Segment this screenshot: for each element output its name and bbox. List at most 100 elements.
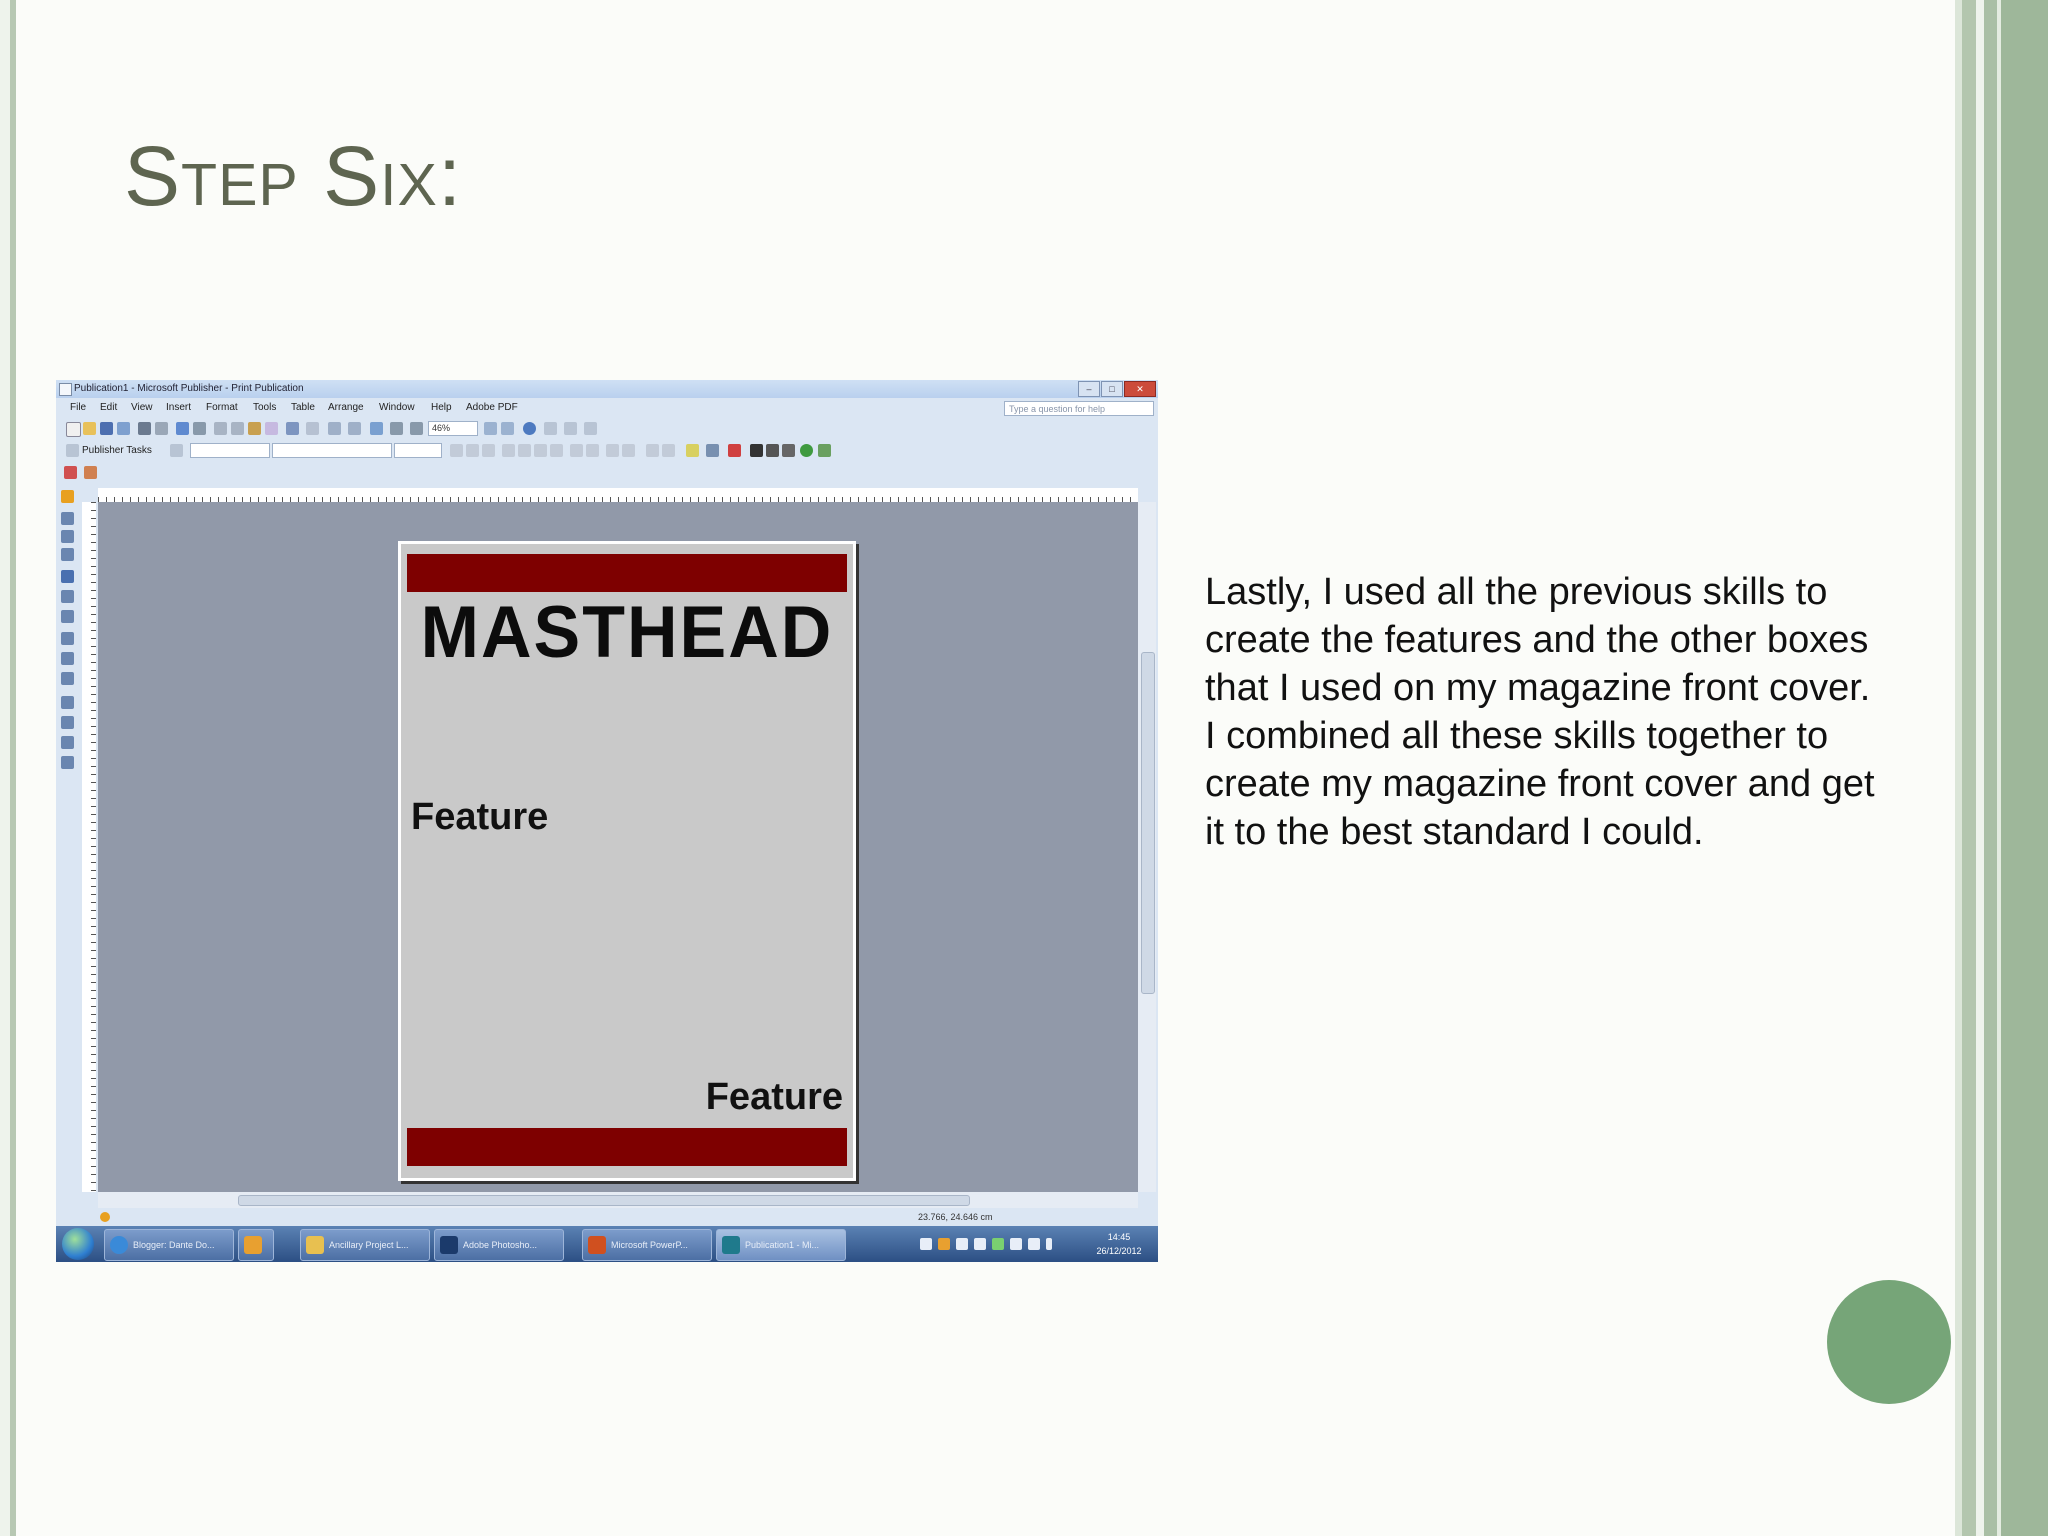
menu-arrange[interactable]: Arrange <box>328 398 364 418</box>
taskbar-item-powerpoint[interactable]: Microsoft PowerP... <box>582 1229 712 1261</box>
styles-icon[interactable] <box>170 444 183 457</box>
style-select[interactable] <box>190 443 270 458</box>
italic-icon[interactable] <box>466 444 479 457</box>
justify-icon[interactable] <box>550 444 563 457</box>
html-fragment-icon[interactable] <box>61 736 74 749</box>
hot-spot-icon[interactable] <box>61 696 74 709</box>
vertical-scrollbar[interactable] <box>1138 502 1156 1192</box>
menu-view[interactable]: View <box>131 398 153 418</box>
taskbar-clock[interactable]: 14:45 26/12/2012 <box>1086 1230 1152 1258</box>
help-icon[interactable] <box>523 422 536 435</box>
bold-icon[interactable] <box>450 444 463 457</box>
form-control-icon[interactable] <box>61 716 74 729</box>
publisher-tasks-icon[interactable] <box>66 444 79 457</box>
research-icon[interactable] <box>193 422 206 435</box>
taskbar-item-media[interactable] <box>238 1229 274 1261</box>
wordart-icon[interactable] <box>61 548 74 561</box>
save-icon[interactable] <box>100 422 113 435</box>
create-text-link-icon[interactable] <box>64 466 77 479</box>
vertical-scroll-thumb[interactable] <box>1141 652 1155 994</box>
bullets-icon[interactable] <box>586 444 599 457</box>
fill-color-icon[interactable] <box>686 444 699 457</box>
numbering-icon[interactable] <box>570 444 583 457</box>
menu-help[interactable]: Help <box>431 398 452 418</box>
action-center-icon[interactable] <box>1028 1238 1040 1250</box>
menu-table[interactable]: Table <box>291 398 315 418</box>
speaker-icon[interactable] <box>1046 1238 1052 1250</box>
menu-adobe-pdf[interactable]: Adobe PDF <box>466 398 518 418</box>
tray-icon[interactable] <box>992 1238 1004 1250</box>
vertical-ruler[interactable] <box>82 502 96 1192</box>
decrease-indent-icon[interactable] <box>606 444 619 457</box>
underline-icon[interactable] <box>482 444 495 457</box>
design-gallery-icon[interactable] <box>61 756 74 769</box>
rectangle-icon[interactable] <box>61 652 74 665</box>
select-objects-icon[interactable] <box>61 490 74 503</box>
taskbar-item-ie[interactable]: Blogger: Dante Do... <box>104 1229 234 1261</box>
taskbar-item-folder[interactable]: Ancillary Project L... <box>300 1229 430 1261</box>
convert-pdf-icon[interactable] <box>564 422 577 435</box>
taskbar-item-publisher[interactable]: Publication1 - Mi... <box>716 1229 846 1261</box>
line-color-icon[interactable] <box>706 444 719 457</box>
text-box-icon[interactable] <box>61 512 74 525</box>
columns-icon[interactable] <box>390 422 403 435</box>
open-icon[interactable] <box>83 422 96 435</box>
pdf-email-icon[interactable] <box>584 422 597 435</box>
bottom-red-band[interactable] <box>407 1128 847 1166</box>
feature-text-right[interactable]: Feature <box>706 1076 843 1119</box>
menu-file[interactable]: File <box>70 398 86 418</box>
taskbar-item-photoshop[interactable]: Adobe Photosho... <box>434 1229 564 1261</box>
font-color-icon[interactable] <box>728 444 741 457</box>
menu-tools[interactable]: Tools <box>253 398 276 418</box>
font-size-select[interactable] <box>394 443 442 458</box>
close-button[interactable]: ✕ <box>1124 381 1156 397</box>
maximize-button[interactable]: □ <box>1101 381 1123 397</box>
zoom-in-icon[interactable] <box>501 422 514 435</box>
redo-icon[interactable] <box>306 422 319 435</box>
font-select[interactable] <box>272 443 392 458</box>
paste-icon[interactable] <box>248 422 261 435</box>
publisher-tasks-button[interactable]: Publisher Tasks <box>82 440 152 462</box>
arrow-style-icon[interactable] <box>782 444 795 457</box>
undo-icon[interactable] <box>286 422 299 435</box>
toolbar-options-icon[interactable] <box>544 422 557 435</box>
align-right-icon[interactable] <box>534 444 547 457</box>
top-red-band[interactable] <box>407 554 847 592</box>
insert-hyperlink-icon[interactable] <box>370 422 383 435</box>
new-icon[interactable] <box>66 422 81 437</box>
zoom-select[interactable]: 46% <box>428 421 478 436</box>
format-painter-icon[interactable] <box>265 422 278 435</box>
page-navigation-icon[interactable] <box>100 1212 110 1222</box>
feature-text-left[interactable]: Feature <box>411 796 548 839</box>
copy-icon[interactable] <box>231 422 244 435</box>
insert-table-icon[interactable] <box>61 530 74 543</box>
horizontal-scrollbar[interactable] <box>98 1192 1138 1208</box>
email-icon[interactable] <box>117 422 130 435</box>
masthead-text[interactable]: MASTHEAD <box>401 590 853 674</box>
horizontal-ruler[interactable] <box>98 488 1138 503</box>
picture-frame-icon[interactable] <box>61 570 74 583</box>
special-characters-icon[interactable] <box>410 422 423 435</box>
line-icon[interactable] <box>61 590 74 603</box>
font-size-shrink-icon[interactable] <box>662 444 675 457</box>
arrow-icon[interactable] <box>61 610 74 623</box>
menu-insert[interactable]: Insert <box>166 398 191 418</box>
increase-indent-icon[interactable] <box>622 444 635 457</box>
help-search-input[interactable]: Type a question for help <box>1004 401 1154 416</box>
align-center-icon[interactable] <box>518 444 531 457</box>
print-preview-icon[interactable] <box>155 422 168 435</box>
line-style-icon[interactable] <box>750 444 763 457</box>
menu-format[interactable]: Format <box>206 398 238 418</box>
align-left-icon[interactable] <box>502 444 515 457</box>
break-link-icon[interactable] <box>84 466 97 479</box>
zoom-out-icon[interactable] <box>484 422 497 435</box>
3d-icon[interactable] <box>818 444 831 457</box>
menu-window[interactable]: Window <box>379 398 415 418</box>
bring-to-front-icon[interactable] <box>328 422 341 435</box>
tray-icon[interactable] <box>938 1238 950 1250</box>
cut-icon[interactable] <box>214 422 227 435</box>
font-size-grow-icon[interactable] <box>646 444 659 457</box>
horizontal-scroll-thumb[interactable] <box>238 1195 970 1206</box>
menu-edit[interactable]: Edit <box>100 398 117 418</box>
tray-icon[interactable] <box>956 1238 968 1250</box>
